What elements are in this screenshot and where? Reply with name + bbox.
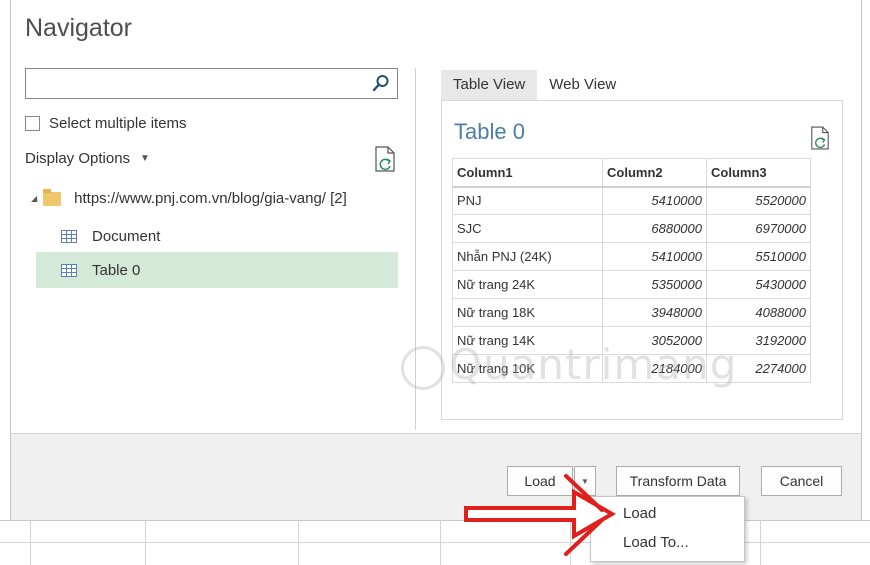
grid-line — [30, 520, 31, 565]
table-row: Nữ trang 24K 5350000 5430000 — [452, 270, 811, 299]
table-icon — [61, 229, 77, 243]
tree-root-node[interactable]: ◢ https://www.pnj.com.vn/blog/gia-vang/ … — [31, 188, 347, 207]
table-row: Nữ trang 10K 2184000 2274000 — [452, 354, 811, 383]
table-cell: Nữ trang 14K — [452, 326, 603, 355]
preview-title: Table 0 — [454, 119, 525, 144]
grid-line — [760, 520, 761, 565]
table-cell: 4088000 — [706, 298, 811, 327]
folder-icon — [43, 188, 62, 206]
refresh-icon[interactable] — [810, 125, 830, 151]
grid-line — [145, 520, 146, 565]
table-icon — [61, 263, 77, 277]
table-row: Nhẫn PNJ (24K) 5410000 5510000 — [452, 242, 811, 271]
table-cell: Nữ trang 18K — [452, 298, 603, 327]
expand-triangle-icon[interactable]: ◢ — [31, 194, 37, 203]
search-input[interactable] — [25, 68, 398, 99]
caret-down-icon: ▼ — [140, 153, 150, 164]
table-row: SJC 6880000 6970000 — [452, 214, 811, 243]
display-options-dropdown[interactable]: Display Options ▼ — [25, 150, 150, 167]
table-cell: 5350000 — [602, 270, 707, 299]
navigator-window: Navigator Select multiple items Display … — [10, 0, 862, 520]
window-title: Navigator — [25, 14, 132, 42]
menu-item-load[interactable]: Load — [623, 505, 656, 522]
table-row: PNJ 5410000 5520000 — [452, 186, 811, 215]
table-cell: 3192000 — [706, 326, 811, 355]
table-cell: 2274000 — [706, 354, 811, 383]
table-cell: Nữ trang 24K — [452, 270, 603, 299]
column-header[interactable]: Column3 — [706, 158, 811, 188]
table-row: Nữ trang 18K 3948000 4088000 — [452, 298, 811, 327]
table-cell: 5410000 — [602, 242, 707, 271]
tab-table-view[interactable]: Table View — [441, 70, 538, 100]
transform-data-button[interactable]: Transform Data — [616, 466, 740, 496]
table-cell: 2184000 — [602, 354, 707, 383]
preview-table: Column1 Column2 Column3 PNJ 5410000 5520… — [452, 158, 811, 383]
table-cell: Nhẫn PNJ (24K) — [452, 242, 603, 271]
cancel-button[interactable]: Cancel — [761, 466, 842, 496]
tab-web-view[interactable]: Web View — [537, 70, 628, 100]
table-row: Nữ trang 14K 3052000 3192000 — [452, 326, 811, 355]
grid-line — [440, 520, 441, 565]
select-multiple-label: Select multiple items — [49, 115, 187, 132]
table-cell: 5520000 — [706, 186, 811, 215]
table-cell: 5510000 — [706, 242, 811, 271]
tree-item-table-0[interactable]: Table 0 — [36, 252, 398, 288]
display-options-label: Display Options — [25, 150, 131, 167]
table-cell: 3052000 — [602, 326, 707, 355]
table-cell: 5410000 — [602, 186, 707, 215]
table-cell: Nữ trang 10K — [452, 354, 603, 383]
lightbulb-icon — [401, 345, 445, 390]
table-header-row: Column1 Column2 Column3 — [452, 158, 811, 188]
table-cell: PNJ — [452, 186, 603, 215]
table-cell: 6970000 — [706, 214, 811, 243]
column-header[interactable]: Column2 — [602, 158, 707, 188]
tree-item-label: Document — [92, 227, 161, 245]
view-tabs: Table View Web View — [441, 70, 628, 100]
table-cell: SJC — [452, 214, 603, 243]
table-cell: 5430000 — [706, 270, 811, 299]
column-header[interactable]: Column1 — [452, 158, 603, 188]
select-multiple-checkbox[interactable] — [25, 116, 40, 131]
table-cell: 3948000 — [602, 298, 707, 327]
tree-item-document[interactable]: Document — [36, 218, 398, 254]
refresh-icon[interactable] — [374, 146, 396, 172]
table-cell: 6880000 — [602, 214, 707, 243]
menu-item-load-to[interactable]: Load To... — [623, 534, 689, 551]
select-multiple-checkbox-row[interactable]: Select multiple items — [25, 115, 187, 132]
tree-root-label: https://www.pnj.com.vn/blog/gia-vang/ [2… — [74, 190, 347, 207]
pane-splitter[interactable] — [415, 68, 416, 430]
grid-line — [298, 520, 299, 565]
preview-pane: Table 0 Column1 Column2 Column3 PNJ 5410… — [441, 100, 843, 420]
tree-item-label: Table 0 — [92, 261, 141, 279]
search-icon[interactable] — [372, 74, 390, 92]
red-arrow-annotation — [464, 474, 616, 556]
